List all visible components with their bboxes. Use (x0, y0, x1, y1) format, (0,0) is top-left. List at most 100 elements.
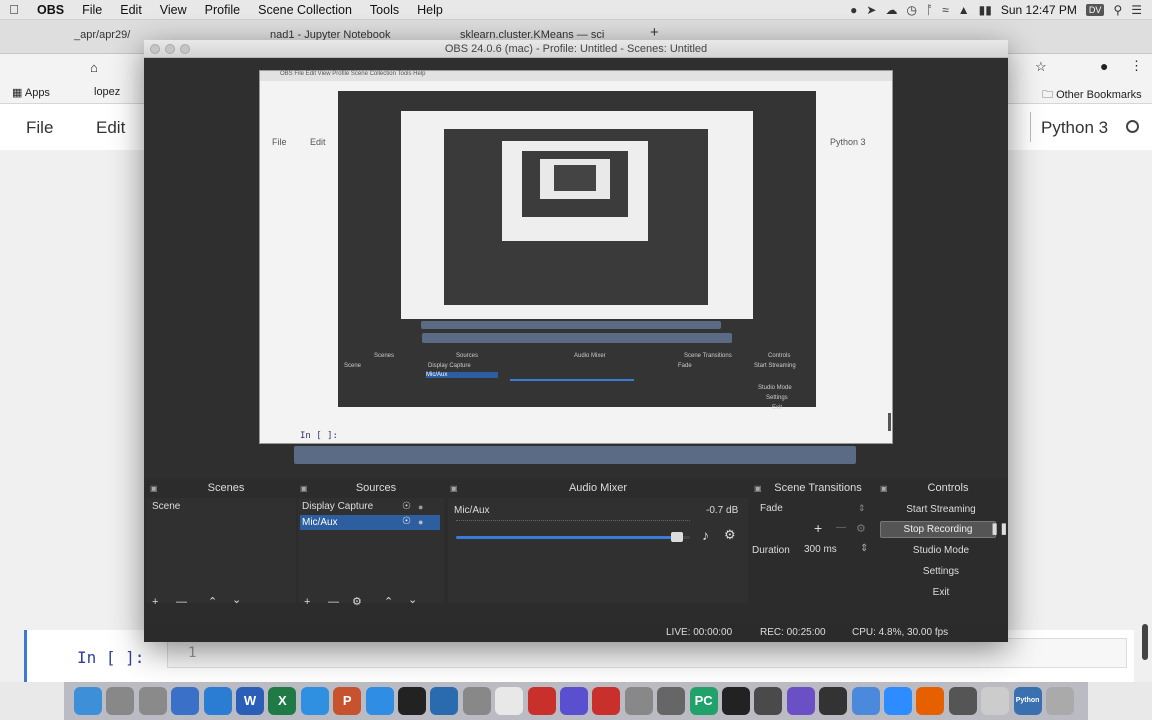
keynote2-icon[interactable] (851, 687, 880, 715)
duration-value[interactable]: 300 ms (804, 544, 837, 555)
menu-app[interactable]: OBS (28, 3, 73, 17)
cloud-icon[interactable]: ☁ (885, 3, 897, 17)
studio-mode-button[interactable]: Studio Mode (884, 545, 998, 556)
eye-icon[interactable]: ☉ (402, 501, 411, 512)
iterm-icon[interactable] (819, 687, 848, 715)
github-icon[interactable] (722, 687, 750, 715)
scenes-list[interactable]: Scene (146, 498, 296, 603)
zoom-button[interactable] (180, 44, 190, 54)
volume-icon[interactable]: ▲ (958, 3, 970, 17)
clock-icon[interactable] (657, 687, 686, 715)
pycharm-icon[interactable]: PC (689, 687, 718, 715)
notebook-menu-file[interactable]: File (26, 118, 53, 138)
transition-properties-gear-icon[interactable]: ⚙ (856, 522, 866, 535)
obs-status-icon[interactable]: ● (850, 3, 857, 17)
tab-apr29[interactable]: _apr/apr29/ (74, 29, 130, 41)
transition-type[interactable]: Fade (760, 503, 783, 514)
add-source-plus-icon[interactable]: + (304, 596, 310, 608)
more-icon[interactable]: ⋮ (1130, 58, 1143, 74)
word-icon[interactable]: W (236, 687, 264, 715)
settings-button[interactable]: Settings (884, 566, 998, 577)
firefox-icon[interactable] (916, 687, 945, 715)
imovie-icon[interactable] (786, 687, 815, 715)
home-icon[interactable]: ⌂ (90, 60, 98, 75)
remove-transition-minus-icon[interactable]: — (836, 522, 846, 533)
lock-icon[interactable]: ● (418, 502, 423, 512)
exit-button[interactable]: Exit (884, 587, 998, 598)
location-icon[interactable]: ➤ (866, 3, 876, 17)
star-icon[interactable]: ☆ (1035, 59, 1047, 75)
clock[interactable]: Sun 12:47 PM (1001, 3, 1077, 17)
zoom-icon[interactable] (884, 687, 912, 715)
bluetooth-icon[interactable]: ᚩ (926, 3, 933, 17)
preview-canvas[interactable]: OBS File Edit View Profile Scene Collect… (144, 58, 1008, 478)
transition-select-chevron-icon[interactable]: ⇕ (858, 503, 866, 514)
menu-edit[interactable]: Edit (111, 3, 151, 17)
battery-icon[interactable]: ▮▮ (979, 3, 992, 17)
scene-down-chevron-down-icon[interactable]: ⌃ (232, 592, 241, 605)
finder-icon[interactable] (74, 687, 102, 715)
script-editor-icon[interactable] (624, 687, 653, 715)
menu-help[interactable]: Help (408, 3, 452, 17)
excel-icon[interactable]: X (268, 687, 297, 715)
volume-slider-track[interactable] (456, 532, 690, 542)
creative-cloud-icon[interactable] (527, 687, 556, 715)
safari-icon[interactable] (300, 687, 329, 715)
source-down-chevron-down-icon[interactable]: ⌃ (408, 592, 417, 605)
minimize-button[interactable] (165, 44, 175, 54)
xcode-icon[interactable] (430, 687, 459, 715)
help-icon[interactable] (754, 687, 783, 715)
pause-recording-icon[interactable]: ❚❚ (990, 522, 1008, 535)
close-button[interactable] (150, 44, 160, 54)
stop-recording-button[interactable]: Stop Recording (880, 521, 996, 538)
add-transition-plus-icon[interactable]: + (814, 520, 822, 536)
source-up-chevron-up-icon[interactable]: ⌃ (384, 595, 393, 608)
terminal-icon[interactable] (398, 687, 426, 715)
preview-icon[interactable] (138, 687, 167, 715)
appstore-icon[interactable] (365, 687, 394, 715)
acrobat-icon[interactable] (592, 687, 621, 715)
slack-icon[interactable] (495, 687, 524, 715)
system-prefs-icon[interactable] (462, 687, 491, 715)
lock-icon[interactable]: ● (418, 517, 423, 527)
menu-scene-collection[interactable]: Scene Collection (249, 3, 361, 17)
volume-slider-thumb[interactable] (670, 532, 683, 542)
menu-file[interactable]: File (73, 3, 111, 17)
vs-icon[interactable] (560, 687, 588, 715)
bookmark-other[interactable]: 🗀 Other Bookmarks (1042, 86, 1142, 105)
trash-icon[interactable] (1046, 687, 1074, 715)
new-tab-icon[interactable]: + (650, 24, 659, 41)
bookmark-apps[interactable]: ▦ Apps (12, 86, 50, 99)
menu-view[interactable]: View (151, 3, 196, 17)
powerpoint-icon[interactable]: P (333, 687, 362, 715)
source-properties-gear-icon[interactable]: ⚙ (352, 595, 362, 608)
monitor-icon[interactable] (948, 687, 977, 715)
scene-up-chevron-up-icon[interactable]: ⌃ (208, 595, 217, 608)
time-machine-icon[interactable]: ◷ (906, 3, 916, 17)
files-icon[interactable] (981, 687, 1010, 715)
notification-center-icon[interactable]: ☰ (1131, 3, 1142, 17)
menu-tools[interactable]: Tools (361, 3, 408, 17)
remove-scene-minus-icon[interactable]: — (176, 596, 187, 608)
chrome-icon[interactable] (106, 687, 135, 715)
search-icon[interactable]: ⚲ (1113, 3, 1122, 17)
add-scene-plus-icon[interactable]: + (152, 596, 158, 608)
cell-input[interactable]: 1 (167, 638, 1127, 668)
speaker-icon[interactable]: ♪ (702, 527, 709, 543)
source-display-capture[interactable]: Display Capture (302, 501, 373, 512)
menu-profile[interactable]: Profile (196, 3, 249, 17)
profile-icon[interactable]: ● (1100, 58, 1108, 74)
scrollbar-thumb[interactable] (1142, 624, 1148, 660)
user-badge[interactable]: DV (1085, 3, 1105, 16)
apple-icon[interactable]:  (0, 2, 28, 17)
bookmark-lopez[interactable]: lopez (94, 86, 120, 98)
scene-item[interactable]: Scene (152, 501, 180, 512)
wifi-icon[interactable]: ≈ (942, 3, 949, 17)
start-streaming-button[interactable]: Start Streaming (884, 504, 998, 515)
notebook-menu-edit[interactable]: Edit (96, 118, 125, 138)
sources-list[interactable]: Display Capture ☉ ● Mic/Aux ☉ ● (298, 498, 444, 603)
python-icon[interactable]: Python (1013, 687, 1042, 715)
remove-source-minus-icon[interactable]: — (328, 596, 339, 608)
duration-stepper-icon[interactable]: ⇕ (860, 543, 868, 554)
eye-icon[interactable]: ☉ (402, 516, 411, 527)
